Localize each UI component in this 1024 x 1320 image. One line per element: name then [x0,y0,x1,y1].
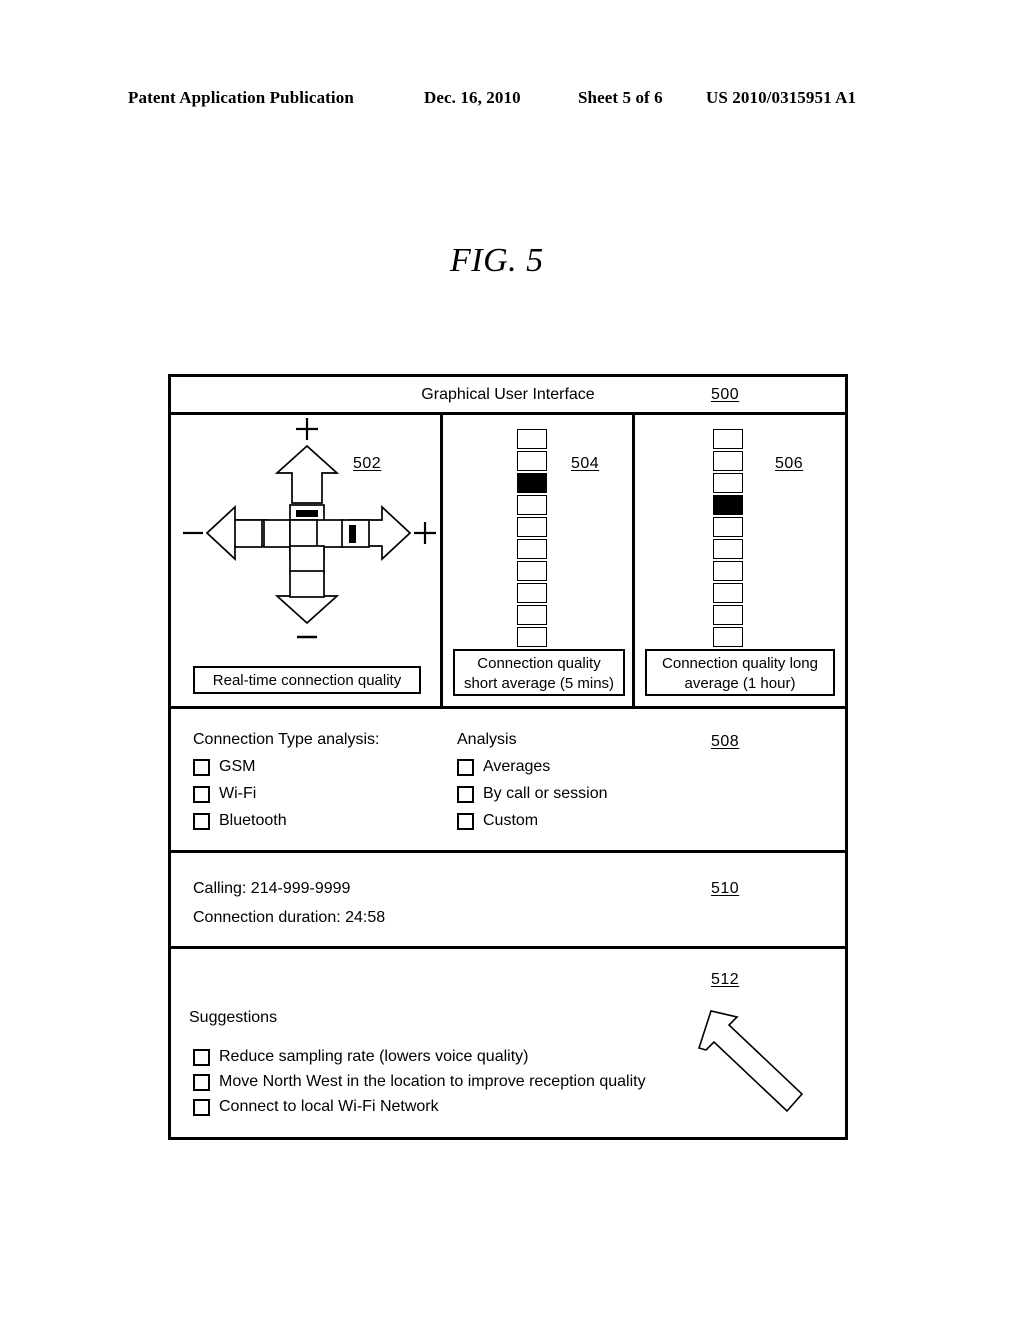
checkbox-label-wifi: Wi-Fi [219,785,257,802]
suggestions-heading: Suggestions [189,1009,278,1026]
bar-cell [713,517,743,537]
caption-short-average: Connection quality short average (5 mins… [453,649,625,696]
checkbox-row-averages[interactable]: Averages [457,758,608,776]
sheet-number: Sheet 5 of 6 [578,88,663,107]
analysis-column: Analysis Averages By call or session Cus… [457,731,608,830]
meters-row: 502 Real-time connection quality 504 Con… [171,415,845,709]
bar-cell [713,429,743,449]
up-arrow-icon [274,444,340,504]
checkbox-label-by-call-or-session: By call or session [483,785,608,802]
checkbox-label-custom: Custom [483,812,539,829]
bar-cell-filled [517,473,547,493]
suggestion-row-move-north-west[interactable]: Move North West in the location to impro… [193,1073,646,1091]
checkbox-custom-icon[interactable] [457,812,474,830]
suggestion-label-reduce-sampling-rate: Reduce sampling rate (lowers voice quali… [219,1048,529,1065]
checkbox-row-gsm[interactable]: GSM [193,758,379,776]
ref-506: 506 [775,455,804,472]
checkbox-row-custom[interactable]: Custom [457,812,608,830]
bar-cell [517,583,547,603]
ref-504: 504 [571,455,600,472]
caption-line-2: short average (5 mins) [463,675,615,692]
suggestions-list: Reduce sampling rate (lowers voice quali… [193,1041,646,1116]
checkbox-by-call-or-session-icon[interactable] [457,785,474,803]
checkbox-label-averages: Averages [483,758,551,775]
bar-cell [713,605,743,625]
checkbox-connect-wifi-icon[interactable] [193,1098,210,1116]
checkbox-reduce-sampling-rate-icon[interactable] [193,1048,210,1066]
bar-cell [713,473,743,493]
checkbox-move-north-west-icon[interactable] [193,1073,210,1091]
checkbox-label-gsm: GSM [219,758,256,775]
gui-frame: Graphical User Interface 500 502 Real-ti… [168,374,848,1140]
realtime-cross-widget[interactable] [171,415,443,655]
long-average-bar-stack[interactable] [713,429,743,647]
caption-line-1: Connection quality long [662,655,818,672]
bar-cell-filled [713,495,743,515]
publication-label: Patent Application Publication [128,88,354,107]
bar-cell [713,561,743,581]
short-average-bar-stack[interactable] [517,429,547,647]
checkbox-row-bluetooth[interactable]: Bluetooth [193,812,379,830]
checkbox-gsm-icon[interactable] [193,758,210,776]
bar-cell [517,561,547,581]
ref-512: 512 [711,971,740,988]
patent-number: US 2010/0315951 A1 [706,88,857,107]
vertical-cell-column-lower [289,545,325,598]
checkbox-row-wifi[interactable]: Wi-Fi [193,785,379,803]
plus-right-icon [414,522,436,544]
bar-cell [517,517,547,537]
connection-type-column: Connection Type analysis: GSM Wi-Fi Blue… [193,731,379,830]
checkbox-averages-icon[interactable] [457,758,474,776]
suggestion-row-connect-wifi[interactable]: Connect to local Wi-Fi Network [193,1098,646,1116]
bar-cell [713,539,743,559]
cross-center-cell [289,519,318,548]
bar-cell [517,627,547,647]
ref-508: 508 [711,733,740,750]
analysis-heading: Analysis [457,731,517,748]
checkbox-wifi-icon[interactable] [193,785,210,803]
gui-title: Graphical User Interface [421,386,595,403]
caption-long-average: Connection quality long average (1 hour) [645,649,835,696]
calling-number: Calling: 214-999-9999 [193,880,351,897]
bar-cell [713,627,743,647]
gui-titlebar: Graphical User Interface 500 [171,377,845,415]
suggestion-row-reduce-sampling-rate[interactable]: Reduce sampling rate (lowers voice quali… [193,1048,646,1066]
suggestion-label-move-north-west: Move North West in the location to impro… [219,1073,646,1090]
plus-top-icon [296,418,318,440]
ref-510: 510 [711,880,740,897]
panel-long-average: 506 Connection quality long average (1 h… [635,415,845,706]
checkbox-bluetooth-icon[interactable] [193,812,210,830]
horizontal-indicator-bar [349,525,356,543]
figure-title: FIG. 5 [450,242,544,279]
north-west-arrow-icon [697,1010,804,1113]
caption-realtime-quality: Real-time connection quality [193,666,421,694]
suggestion-label-connect-wifi: Connect to local Wi-Fi Network [219,1098,439,1115]
cross-meter-svg [183,418,436,639]
publication-date: Dec. 16, 2010 [424,88,521,107]
bar-cell [713,451,743,471]
section-suggestions: 512 Suggestions Reduce sampling rate (lo… [171,949,845,1134]
bar-cell [517,451,547,471]
caption-line-2: average (1 hour) [684,675,796,692]
vertical-indicator-bar [296,510,318,517]
connection-type-heading: Connection Type analysis: [193,731,380,748]
connection-duration: Connection duration: 24:58 [193,909,386,926]
panel-short-average: 504 Connection quality short average (5 … [443,415,635,706]
section-analysis: 508 Connection Type analysis: GSM Wi-Fi … [171,709,845,853]
caption-line-1: Connection quality [477,655,601,672]
ref-500: 500 [711,386,740,403]
section-call-status: 510 Calling: 214-999-9999 Connection dur… [171,853,845,949]
page-header: Patent Application Publication Dec. 16, … [0,88,1024,114]
bar-cell [517,429,547,449]
bar-cell [517,605,547,625]
bar-cell [517,495,547,515]
panel-realtime-quality: 502 Real-time connection quality [171,415,443,706]
checkbox-row-by-call-or-session[interactable]: By call or session [457,785,608,803]
bar-cell [713,583,743,603]
bar-cell [517,539,547,559]
checkbox-label-bluetooth: Bluetooth [219,812,287,829]
